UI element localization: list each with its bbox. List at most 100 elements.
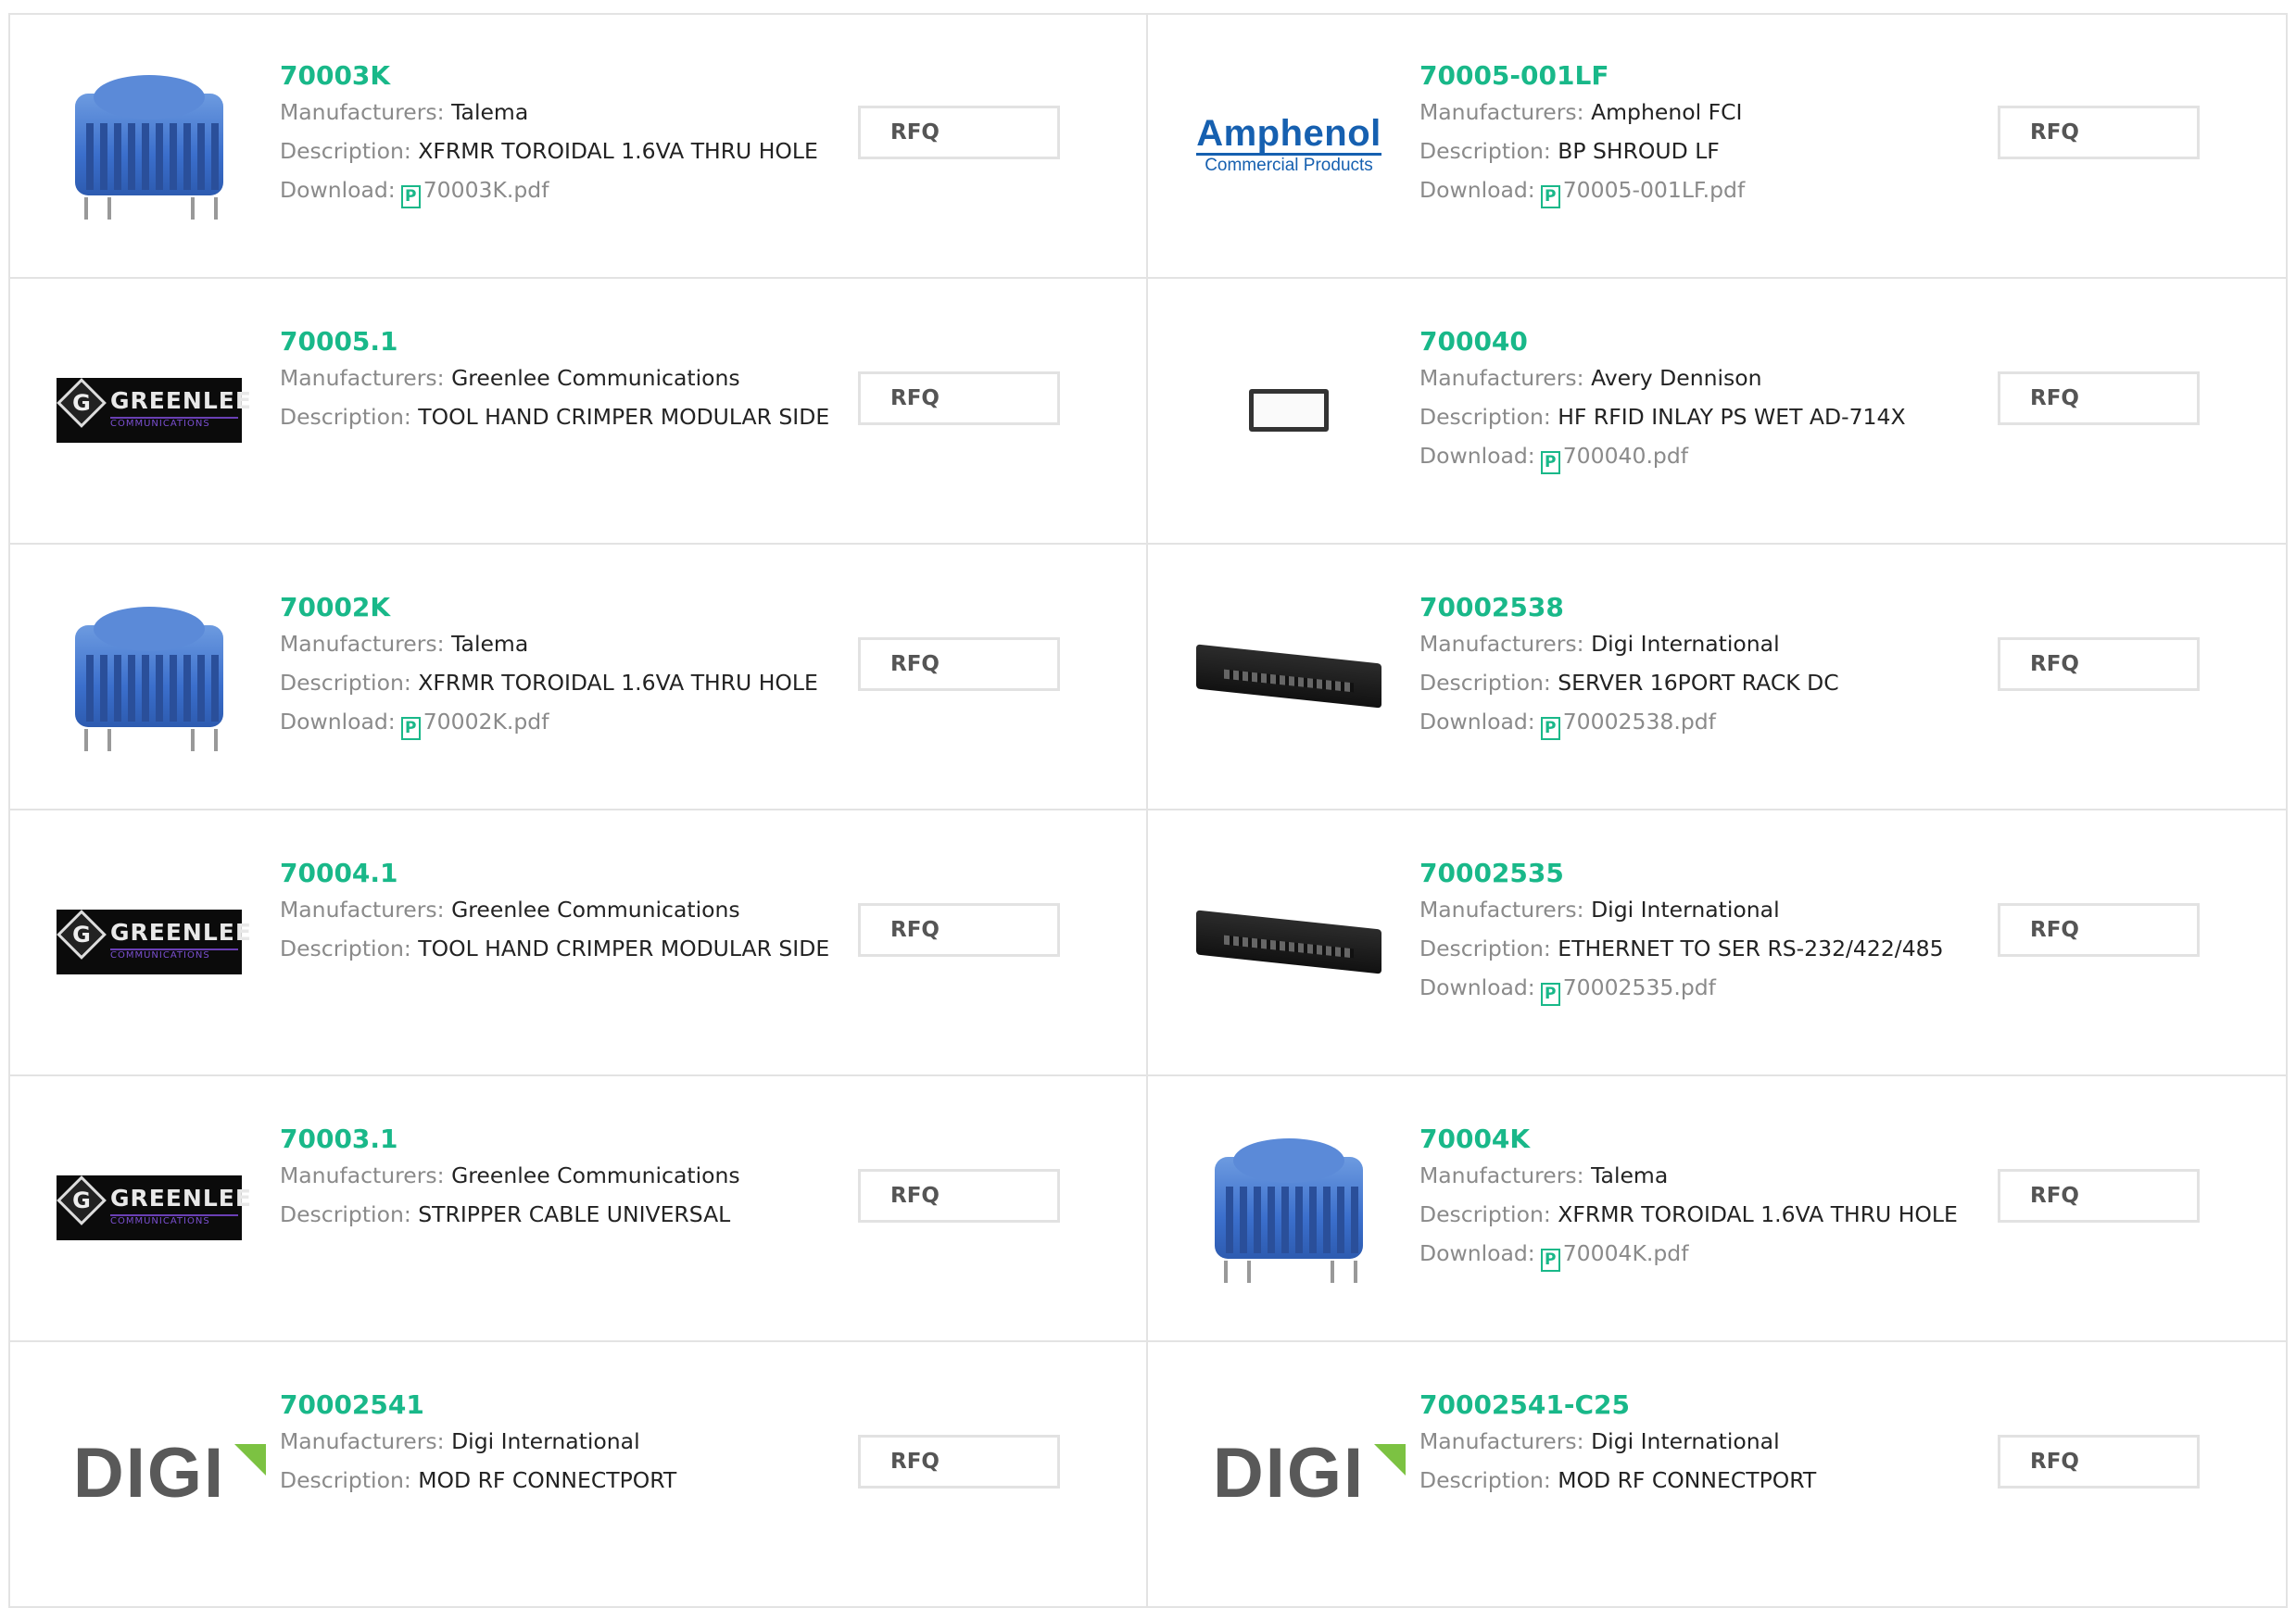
part-number-link[interactable]: 70003K xyxy=(280,59,799,93)
description-row: Description: XFRMR TOROIDAL 1.6VA THRU H… xyxy=(1419,1195,1958,1234)
transformer-pin xyxy=(214,729,218,751)
rfq-button[interactable]: RFQ xyxy=(1998,903,2200,957)
manufacturer-row: Manufacturers: Talema xyxy=(1419,1156,1938,1195)
part-number-link[interactable]: 700040 xyxy=(1419,325,1938,358)
transformer-fin xyxy=(170,123,177,190)
manufacturer-value: Talema xyxy=(451,631,529,657)
part-number-link[interactable]: 70002538 xyxy=(1419,591,1938,624)
transformer-fin xyxy=(1323,1187,1331,1253)
description-value: XFRMR TOROIDAL 1.6VA THRU HOLE xyxy=(1558,1201,1958,1227)
description-value: SERVER 16PORT RACK DC xyxy=(1558,670,1839,696)
description-value: MOD RF CONNECTPORT xyxy=(1558,1467,1817,1493)
datasheet-link[interactable]: 70004K.pdf xyxy=(1563,1240,1689,1266)
datasheet-link[interactable]: 700040.pdf xyxy=(1563,443,1688,469)
transformer-pin xyxy=(191,729,195,751)
pdf-icon[interactable]: P xyxy=(1540,185,1560,208)
description-value: STRIPPER CABLE UNIVERSAL xyxy=(418,1201,731,1227)
download-label: Download: xyxy=(280,709,396,735)
transformer-fin xyxy=(128,655,135,722)
description-value: XFRMR TOROIDAL 1.6VA THRU HOLE xyxy=(418,138,818,164)
description-row: Description: XFRMR TOROIDAL 1.6VA THRU H… xyxy=(280,663,818,702)
download-row: Download: P 70002538.pdf xyxy=(1419,702,1938,741)
manufacturer-row: Manufacturers: Avery Dennison xyxy=(1419,358,1938,397)
rfq-button[interactable]: RFQ xyxy=(1998,1435,2200,1489)
rfq-button[interactable]: RFQ xyxy=(1998,637,2200,691)
product-image[interactable]: G GREENLEE COMMUNICATIONS xyxy=(55,848,251,1036)
description-row: Description: ETHERNET TO SER RS-232/422/… xyxy=(1419,929,1944,968)
greenlee-g-letter: G xyxy=(72,1187,91,1213)
pdf-icon[interactable]: P xyxy=(1540,1249,1560,1272)
transformer-fin xyxy=(114,123,121,190)
product-image[interactable]: G GREENLEE COMMUNICATIONS xyxy=(55,1113,251,1302)
part-number-link[interactable]: 70002541 xyxy=(280,1388,799,1422)
transformer-pin xyxy=(1224,1261,1228,1283)
download-row: Download: P 70002535.pdf xyxy=(1419,968,1938,1007)
manufacturer-row: Manufacturers: Greenlee Communications xyxy=(280,358,799,397)
rfq-button[interactable]: RFQ xyxy=(858,371,1060,425)
part-number-link[interactable]: 70004.1 xyxy=(280,857,799,890)
manufacturer-value: Digi International xyxy=(1591,1428,1780,1454)
product-image[interactable] xyxy=(1194,582,1383,771)
transformer-pin xyxy=(191,197,195,220)
rfq-button[interactable]: RFQ xyxy=(858,106,1060,159)
rfq-button[interactable]: RFQ xyxy=(1998,1169,2200,1223)
transformer-fin xyxy=(183,123,191,190)
transformer-pin xyxy=(84,197,88,220)
product-image[interactable] xyxy=(55,50,244,239)
rfq-button[interactable]: RFQ xyxy=(1998,371,2200,425)
product-image[interactable] xyxy=(1194,848,1383,1036)
datasheet-link[interactable]: 70002535.pdf xyxy=(1563,974,1716,1000)
amphenol-logo: Amphenol Commercial Products xyxy=(1196,114,1381,176)
part-number-link[interactable]: 70005-001LF xyxy=(1419,59,1938,93)
part-number-link[interactable]: 70002K xyxy=(280,591,799,624)
description-label: Description: xyxy=(1419,670,1551,696)
pdf-icon[interactable]: P xyxy=(400,185,421,208)
manufacturer-label: Manufacturers: xyxy=(1419,1162,1584,1188)
datasheet-link[interactable]: 70002K.pdf xyxy=(423,709,549,735)
transformer-fin xyxy=(1268,1187,1275,1253)
part-number-link[interactable]: 70004K xyxy=(1419,1123,1938,1156)
product-info: 70004.1 Manufacturers: Greenlee Communic… xyxy=(280,857,829,968)
product-grid: 70003K Manufacturers: Talema Description… xyxy=(8,13,2288,1608)
product-image[interactable] xyxy=(1194,1113,1383,1302)
product-image[interactable]: Amphenol Commercial Products xyxy=(1194,50,1383,239)
description-value: ETHERNET TO SER RS-232/422/485 xyxy=(1558,936,1944,961)
description-label: Description: xyxy=(280,1467,411,1493)
rack-server-image xyxy=(1196,644,1381,709)
pdf-icon[interactable]: P xyxy=(1540,717,1560,740)
datasheet-link[interactable]: 70002538.pdf xyxy=(1563,709,1716,735)
product-image[interactable]: DIGI xyxy=(55,1379,267,1568)
part-number-link[interactable]: 70002535 xyxy=(1419,857,1938,890)
manufacturer-row: Manufacturers: Digi International xyxy=(1419,624,1938,663)
manufacturer-row: Manufacturers: Digi International xyxy=(280,1422,799,1461)
manufacturer-label: Manufacturers: xyxy=(1419,1428,1584,1454)
part-number-link[interactable]: 70005.1 xyxy=(280,325,799,358)
digi-logo: DIGI xyxy=(1213,1438,1407,1509)
rfq-button[interactable]: RFQ xyxy=(858,903,1060,957)
product-info: 70002538 Manufacturers: Digi Internation… xyxy=(1419,591,1938,741)
description-row: Description: STRIPPER CABLE UNIVERSAL xyxy=(280,1195,799,1234)
product-image[interactable]: G GREENLEE COMMUNICATIONS xyxy=(55,316,251,505)
rfq-button[interactable]: RFQ xyxy=(858,1169,1060,1223)
manufacturer-row: Manufacturers: Digi International xyxy=(1419,890,1938,929)
rfq-button[interactable]: RFQ xyxy=(858,1435,1060,1489)
transformer-fin xyxy=(1240,1187,1247,1253)
pdf-icon[interactable]: P xyxy=(1540,451,1560,474)
download-label: Download: xyxy=(1419,709,1535,735)
product-image[interactable] xyxy=(55,582,244,771)
part-number-link[interactable]: 70002541-C25 xyxy=(1419,1388,1938,1422)
product-image[interactable]: DIGI xyxy=(1194,1379,1407,1568)
product-card: DIGI 70002541-C25 Manufacturers: Digi In… xyxy=(1148,1342,2288,1608)
product-image[interactable] xyxy=(1194,316,1383,505)
transformer-fin xyxy=(1337,1187,1344,1253)
description-row: Description: TOOL HAND CRIMPER MODULAR S… xyxy=(280,929,829,968)
rfq-button[interactable]: RFQ xyxy=(1998,106,2200,159)
datasheet-link[interactable]: 70005-001LF.pdf xyxy=(1563,177,1746,203)
pdf-icon[interactable]: P xyxy=(400,717,421,740)
datasheet-link[interactable]: 70003K.pdf xyxy=(423,177,549,203)
rfq-button[interactable]: RFQ xyxy=(858,637,1060,691)
transformer-fin xyxy=(1254,1187,1261,1253)
part-number-link[interactable]: 70003.1 xyxy=(280,1123,799,1156)
manufacturer-label: Manufacturers: xyxy=(280,99,445,125)
pdf-icon[interactable]: P xyxy=(1540,983,1560,1006)
